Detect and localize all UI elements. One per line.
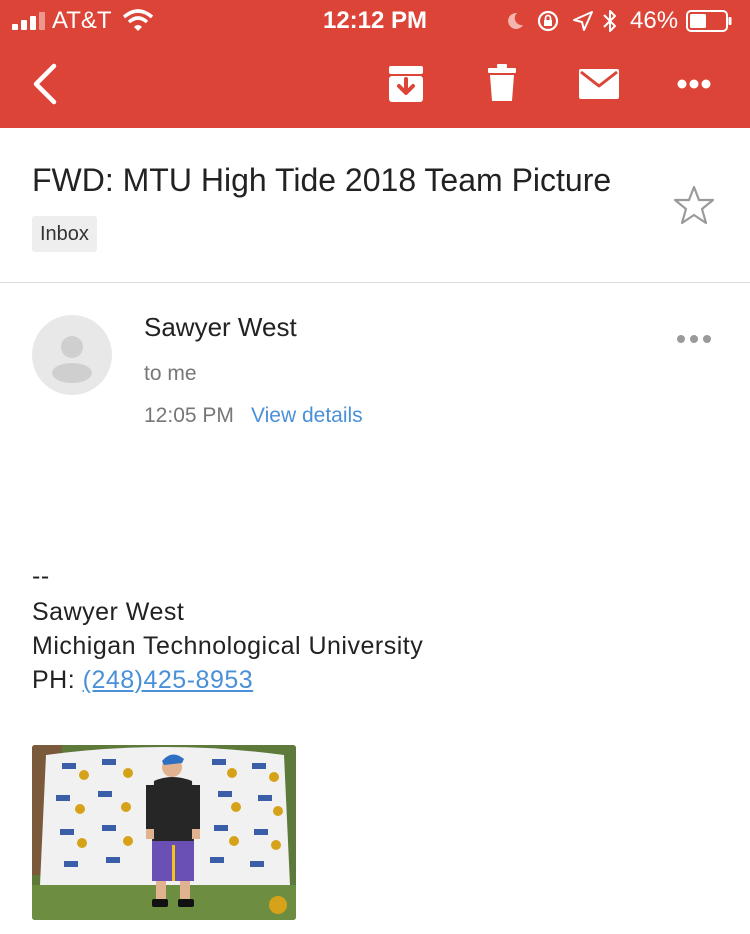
more-icon[interactable] <box>676 78 712 90</box>
view-details-link[interactable]: View details <box>251 404 363 428</box>
sender-name[interactable]: Sawyer West <box>144 312 297 343</box>
recipient-line: to me <box>144 362 197 385</box>
inbox-label[interactable]: Inbox <box>32 216 97 252</box>
phone-label: PH: <box>32 666 76 694</box>
signature-dashes: -- <box>32 562 50 590</box>
signature-organization: Michigan Technological University <box>32 632 424 660</box>
moon-icon <box>508 12 523 29</box>
star-icon[interactable] <box>672 184 716 226</box>
archive-icon[interactable] <box>386 64 426 104</box>
phone-link[interactable]: (248)425-8953 <box>83 666 254 694</box>
bluetooth-icon <box>603 10 616 32</box>
rotation-lock-icon <box>537 10 559 32</box>
avatar[interactable] <box>32 315 112 395</box>
default-avatar-icon <box>52 336 92 383</box>
subject-divider <box>0 282 750 283</box>
message-more-icon[interactable] <box>676 334 712 344</box>
signature-phone-line: PH: (248)425-8953 <box>32 666 253 695</box>
photo-illustration <box>32 745 296 920</box>
battery-icon <box>686 10 732 32</box>
location-icon <box>573 11 593 31</box>
back-arrow-icon[interactable] <box>30 62 60 106</box>
sent-time: 12:05 PM <box>144 404 234 427</box>
mail-icon[interactable] <box>578 68 620 100</box>
signature-name: Sawyer West <box>32 598 185 626</box>
trash-icon[interactable] <box>486 63 518 103</box>
email-subject: FWD: MTU High Tide 2018 Team Picture <box>32 162 612 198</box>
battery-percent: 46% <box>630 7 679 34</box>
status-bar: AT&T 12:12 PM 46% <box>0 0 750 40</box>
team-photo-image[interactable] <box>32 745 296 920</box>
